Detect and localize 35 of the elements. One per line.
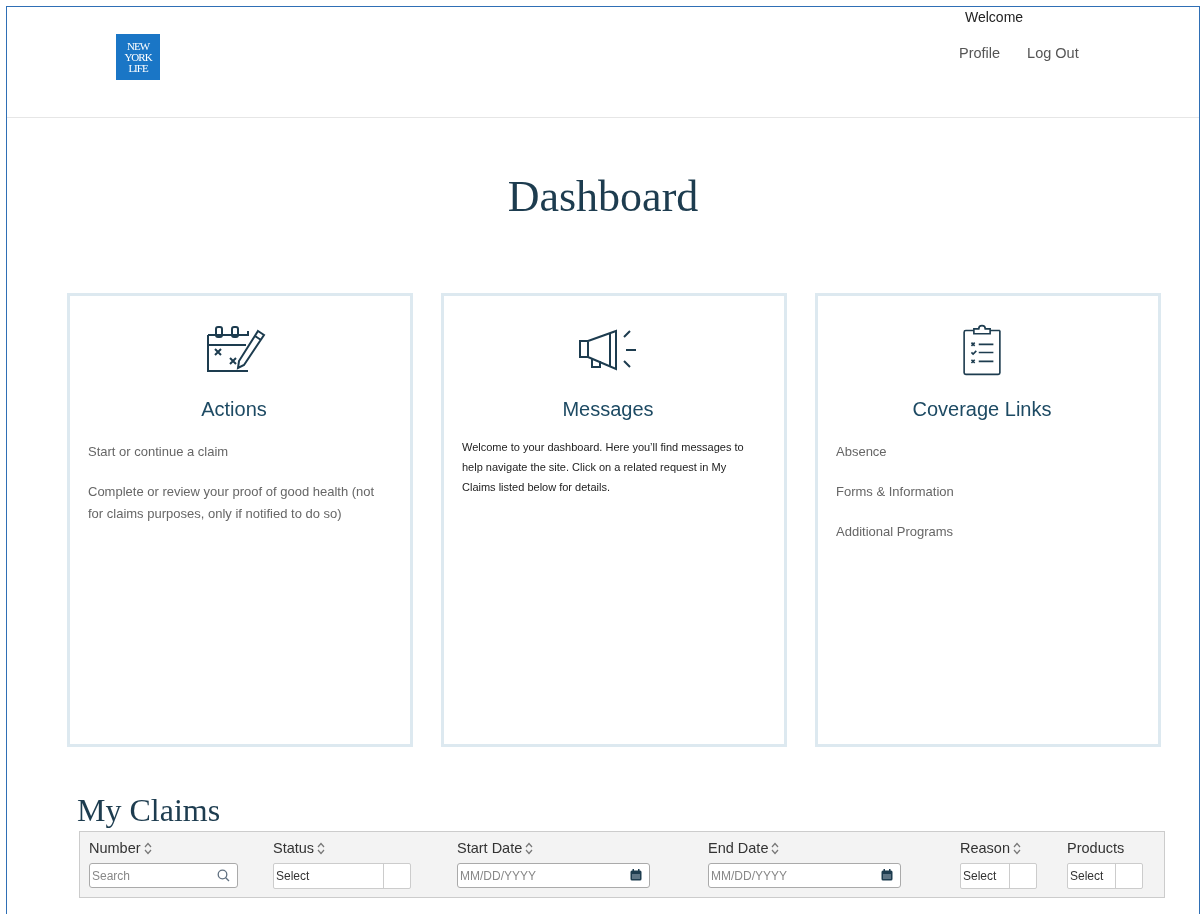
sort-icon[interactable]	[1013, 841, 1021, 855]
sort-icon[interactable]	[525, 841, 534, 855]
search-field[interactable]: Search	[89, 863, 238, 888]
welcome-text: Welcome	[965, 9, 1024, 25]
sort-icon[interactable]	[317, 841, 326, 855]
date-field[interactable]: MM/DD/YYYY	[708, 863, 901, 888]
message-text: Welcome to your dashboard. Here you’ll find messages to help navigate the site. Click on a related request in My Claims listed below for details.	[462, 440, 745, 495]
column-header[interactable]: Start Date	[457, 840, 523, 856]
card-link[interactable]: Start or continue a claim	[88, 441, 380, 463]
column-header[interactable]: Status	[273, 840, 315, 856]
calendar-icon[interactable]	[881, 869, 893, 881]
select-field[interactable]: Select	[960, 863, 1037, 889]
card-title: Coverage Links	[911, 398, 1053, 421]
card-link[interactable]: Absence	[836, 441, 1128, 463]
sort-icon[interactable]	[771, 841, 780, 855]
card-link[interactable]: Forms & Information	[836, 481, 1128, 503]
column-header[interactable]: Number	[89, 840, 141, 856]
date-field[interactable]: MM/DD/YYYY	[457, 863, 650, 888]
card-link[interactable]: Complete or review your proof of good health (not for claims purposes, only if notified to do so)	[88, 481, 380, 525]
column-header[interactable]: Products	[1067, 840, 1125, 856]
search-icon	[217, 869, 230, 882]
nav-link[interactable]: Profile	[959, 45, 1001, 61]
card-title: Messages	[561, 398, 655, 421]
section-title: My Claims	[77, 791, 222, 829]
nav-link[interactable]: Log Out	[1027, 45, 1079, 61]
page-title: Dashboard	[506, 172, 700, 222]
column-header[interactable]: End Date	[708, 840, 769, 856]
select-field[interactable]: Select	[273, 863, 411, 889]
sort-icon[interactable]	[143, 841, 152, 855]
column-header[interactable]: Reason	[960, 840, 1010, 856]
card-link[interactable]: Additional Programs	[836, 521, 1128, 543]
card-title: Actions	[200, 398, 268, 421]
select-field[interactable]: Select	[1067, 863, 1143, 889]
calendar-icon[interactable]	[630, 869, 642, 881]
logo[interactable]: NEW YORK LIFE	[116, 34, 160, 80]
